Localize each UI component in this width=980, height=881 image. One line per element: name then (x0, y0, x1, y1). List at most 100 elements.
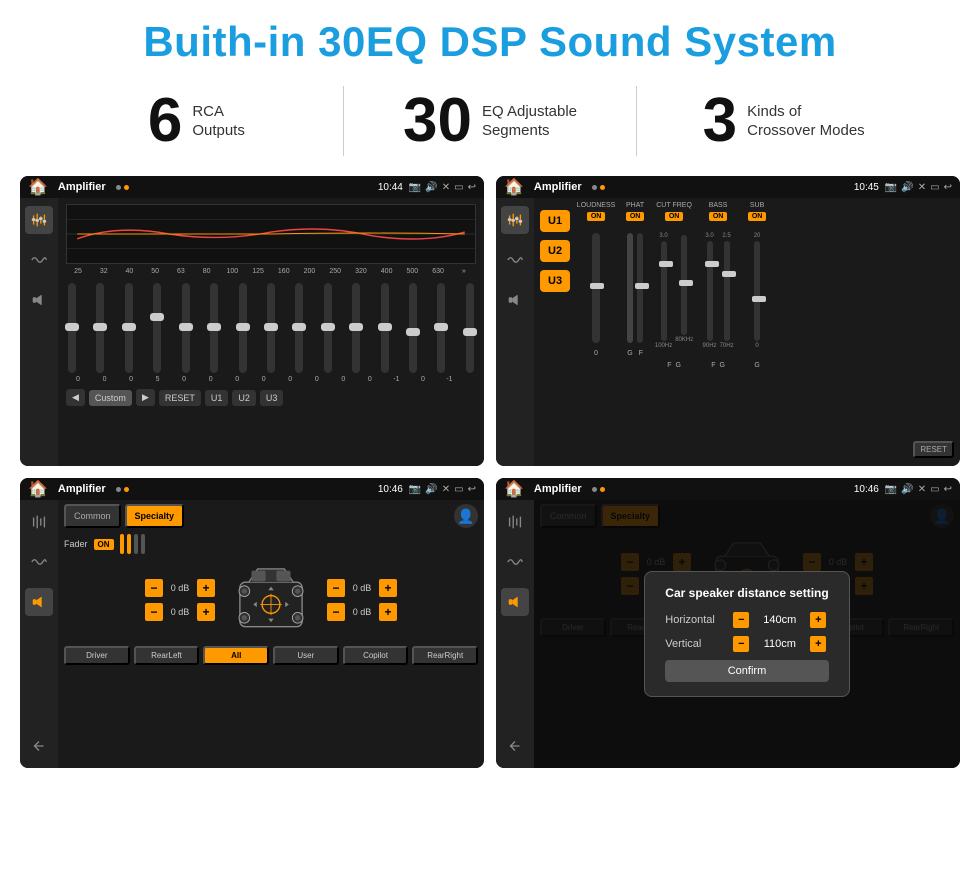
eq-slider-630[interactable] (466, 283, 474, 373)
sidebar-wave-icon-3[interactable] (25, 548, 53, 576)
back-icon-1[interactable]: ↩ (468, 182, 476, 193)
volume-icon-4: 🔊 (901, 484, 913, 495)
copilot-btn-3[interactable]: Copilot (343, 646, 409, 665)
eq-slider-100[interactable] (239, 283, 247, 373)
eq-slider-63[interactable] (182, 283, 190, 373)
val-n1-1: -1 (386, 376, 406, 383)
db-minus-fl[interactable]: − (145, 579, 163, 597)
header: Buith-in 30EQ DSP Sound System (0, 0, 980, 76)
volume-icon-1: 🔊 (425, 182, 437, 193)
eq-slider-25[interactable] (68, 283, 76, 373)
sidebar-speaker-icon[interactable] (25, 286, 53, 314)
db-plus-fr[interactable]: + (379, 579, 397, 597)
back-icon-2[interactable]: ↩ (944, 182, 952, 193)
eq-slider-125[interactable] (267, 283, 275, 373)
sidebar-arrow-icon-4[interactable] (501, 732, 529, 760)
fader-row-3: Fader ON (64, 534, 478, 554)
x-icon-2[interactable]: ✕ (918, 182, 926, 193)
next-btn[interactable]: ▶ (136, 389, 155, 406)
val-0-9: 0 (307, 376, 327, 383)
screenshots-grid: 🏠 Amplifier 10:44 📷 🔊 ✕ ▭ ↩ (0, 170, 980, 778)
eq-slider-500[interactable] (437, 283, 445, 373)
eq-slider-40[interactable] (125, 283, 133, 373)
back-icon-3[interactable]: ↩ (468, 484, 476, 495)
camera-icon-4: 📷 (885, 484, 897, 495)
db-minus-rl[interactable]: − (145, 603, 163, 621)
time-4: 10:46 (854, 484, 879, 495)
window-icon-3[interactable]: ▭ (454, 484, 463, 495)
db-plus-fl[interactable]: + (197, 579, 215, 597)
tab-common-3[interactable]: Common (64, 504, 121, 528)
db-plus-rr[interactable]: + (379, 603, 397, 621)
db-plus-rl[interactable]: + (197, 603, 215, 621)
db-minus-rr[interactable]: − (327, 603, 345, 621)
x-icon-1[interactable]: ✕ (442, 182, 450, 193)
eq-slider-160[interactable] (295, 283, 303, 373)
preset-u3[interactable]: U3 (540, 270, 570, 292)
tab-specialty-3[interactable]: Specialty (125, 504, 185, 528)
eq-slider-250[interactable] (352, 283, 360, 373)
back-icon-4[interactable]: ↩ (944, 484, 952, 495)
reset-btn-1[interactable]: RESET (159, 390, 201, 406)
sidebar-speaker-icon-3[interactable] (25, 588, 53, 616)
eq-slider-200[interactable] (324, 283, 332, 373)
freq-32: 32 (94, 268, 114, 275)
window-icon-1[interactable]: ▭ (454, 182, 463, 193)
user-btn-3[interactable]: User (273, 646, 339, 665)
channel-bass: BASS ON 3.0 90Hz 2.5 (698, 202, 738, 462)
preset-u1[interactable]: U1 (540, 210, 570, 232)
u2-btn-1[interactable]: U2 (232, 390, 256, 406)
sidebar-arrow-icon-3[interactable] (25, 732, 53, 760)
sidebar-wave-icon-2[interactable] (501, 246, 529, 274)
eq-sliders-1[interactable] (66, 278, 476, 373)
sidebar-4 (496, 500, 534, 768)
rear-right-btn-3[interactable]: RearRight (412, 646, 478, 665)
home-icon-2[interactable]: 🏠 (504, 177, 524, 197)
rear-left-btn-3[interactable]: RearLeft (134, 646, 200, 665)
u3-btn-1[interactable]: U3 (260, 390, 284, 406)
db-minus-fr[interactable]: − (327, 579, 345, 597)
val-0-1: 0 (68, 376, 88, 383)
eq-slider-400[interactable] (409, 283, 417, 373)
horizontal-plus-btn[interactable]: + (810, 612, 826, 628)
freq-250: 250 (325, 268, 345, 275)
horizontal-minus-btn[interactable]: − (733, 612, 749, 628)
preset-custom-btn[interactable]: Custom (89, 390, 132, 406)
x-icon-4[interactable]: ✕ (918, 484, 926, 495)
freq-80: 80 (197, 268, 217, 275)
sidebar-speaker-icon-4[interactable] (501, 588, 529, 616)
eq-slider-80[interactable] (210, 283, 218, 373)
sidebar-eq-icon-2[interactable] (501, 206, 529, 234)
sidebar-eq-icon[interactable] (25, 206, 53, 234)
panel-3: 🏠 Amplifier 10:46 📷 🔊 ✕ ▭ ↩ (20, 478, 484, 768)
horizontal-label: Horizontal (665, 614, 725, 626)
sidebar-wave-icon-4[interactable] (501, 548, 529, 576)
home-icon[interactable]: 🏠 (28, 177, 48, 197)
sidebar-eq-icon-3[interactable] (25, 508, 53, 536)
sidebar-speaker-icon-2[interactable] (501, 286, 529, 314)
dialog-box: Car speaker distance setting Horizontal … (644, 571, 849, 697)
home-icon-3[interactable]: 🏠 (28, 479, 48, 499)
all-btn-3[interactable]: All (203, 646, 269, 665)
db-control-fr: − 0 dB + (327, 579, 397, 597)
confirm-button[interactable]: Confirm (665, 660, 828, 682)
x-icon-3[interactable]: ✕ (442, 484, 450, 495)
sidebar-eq-icon-4[interactable] (501, 508, 529, 536)
db-control-rr: − 0 dB + (327, 603, 397, 621)
window-icon-2[interactable]: ▭ (930, 182, 939, 193)
sidebar-wave-icon[interactable] (25, 246, 53, 274)
freq-100: 100 (222, 268, 242, 275)
prev-btn[interactable]: ◀ (66, 389, 85, 406)
eq-slider-320[interactable] (381, 283, 389, 373)
preset-u2[interactable]: U2 (540, 240, 570, 262)
eq-slider-50[interactable] (153, 283, 161, 373)
u1-btn-1[interactable]: U1 (205, 390, 229, 406)
driver-btn-3[interactable]: Driver (64, 646, 130, 665)
vertical-minus-btn[interactable]: − (733, 636, 749, 652)
eq-slider-32[interactable] (96, 283, 104, 373)
vertical-plus-btn[interactable]: + (810, 636, 826, 652)
window-icon-4[interactable]: ▭ (930, 484, 939, 495)
home-icon-4[interactable]: 🏠 (504, 479, 524, 499)
reset-btn-2[interactable]: RESET (913, 441, 954, 458)
freq-25: 25 (68, 268, 88, 275)
